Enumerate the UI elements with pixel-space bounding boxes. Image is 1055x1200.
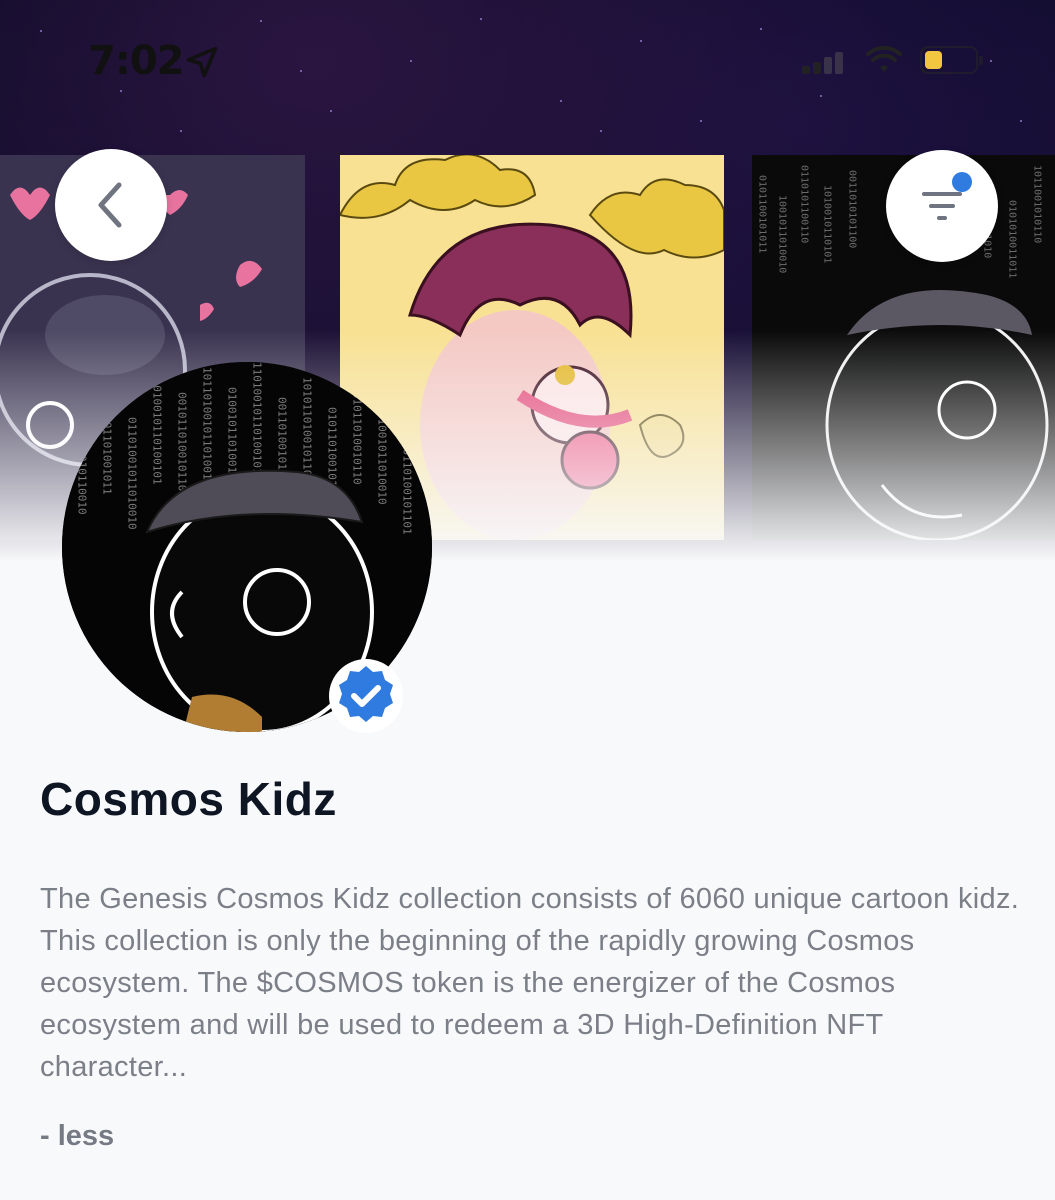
back-button[interactable] xyxy=(55,149,167,261)
svg-text:10110100101101001: 10110100101101001 xyxy=(201,367,214,480)
svg-text:1010010110101: 1010010110101 xyxy=(822,185,833,263)
cellular-signal-icon xyxy=(802,52,843,74)
wifi-icon xyxy=(866,46,902,72)
verified-badge-icon xyxy=(329,659,403,733)
status-bar: 7:02 xyxy=(0,0,1055,120)
svg-text:11010010110100101: 11010010110100101 xyxy=(151,372,164,485)
collection-description: The Genesis Cosmos Kidz collection consi… xyxy=(40,883,1020,1083)
svg-text:01101001011010010: 01101001011010010 xyxy=(126,417,139,530)
filter-button[interactable] xyxy=(886,150,998,262)
battery-icon xyxy=(920,46,983,74)
svg-text:11010010110100101: 11010010110100101 xyxy=(251,362,264,475)
svg-text:0101100101011: 0101100101011 xyxy=(757,175,768,253)
show-less-link[interactable]: - less xyxy=(40,1120,114,1153)
location-arrow-icon xyxy=(186,46,218,78)
svg-text:1011001010110: 1011001010110 xyxy=(1032,165,1043,243)
filter-active-indicator xyxy=(952,172,972,192)
svg-text:1001011010010: 1001011010010 xyxy=(777,195,788,273)
svg-text:0101010011011: 0101010011011 xyxy=(1007,200,1018,278)
filter-icon xyxy=(922,192,962,220)
chevron-left-icon xyxy=(98,182,122,228)
collection-title: Cosmos Kidz xyxy=(40,773,337,825)
status-time: 7:02 xyxy=(88,38,184,84)
svg-text:0011010101100: 0011010101100 xyxy=(847,170,858,248)
svg-text:0110101100110: 0110101100110 xyxy=(799,165,810,243)
